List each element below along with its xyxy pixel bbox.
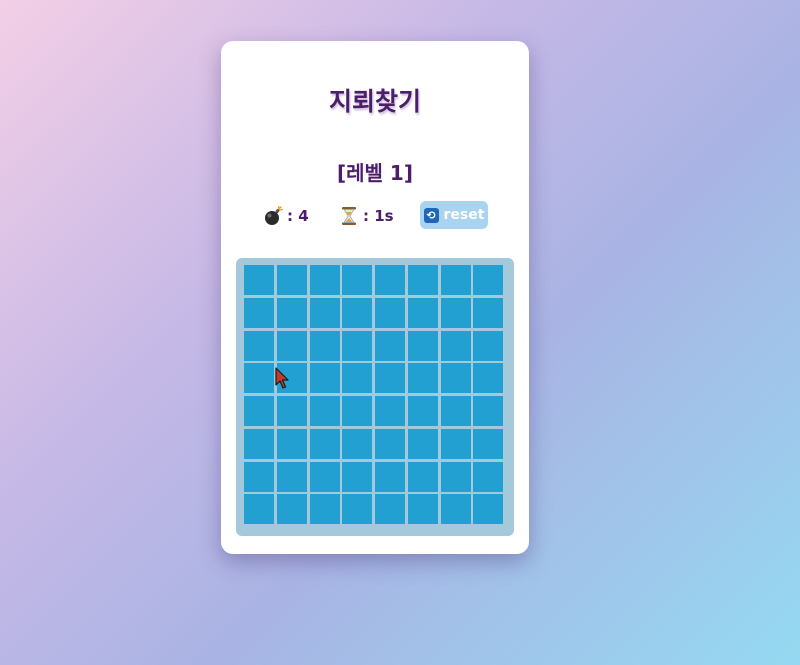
board-cell[interactable] (375, 297, 405, 328)
board-cell[interactable] (440, 428, 471, 459)
reset-button[interactable]: ⟲ reset (420, 201, 488, 229)
elapsed-time: : 1s (363, 207, 394, 225)
board-cell[interactable] (407, 494, 438, 525)
board-cell[interactable] (342, 330, 373, 361)
board-cell[interactable] (473, 297, 504, 328)
board-cell[interactable] (473, 265, 504, 295)
board-cell[interactable] (407, 330, 438, 361)
board-cell[interactable] (244, 265, 274, 295)
board-cell[interactable] (244, 330, 274, 361)
board-cell[interactable] (276, 428, 307, 459)
bomb-icon (263, 205, 284, 226)
board-cell[interactable] (440, 265, 471, 295)
board-cell[interactable] (309, 363, 340, 394)
board-cell[interactable] (375, 265, 405, 295)
minesweeper-board (236, 258, 514, 536)
board-cell[interactable] (473, 494, 504, 525)
board-cell[interactable] (375, 363, 405, 394)
board-cell[interactable] (407, 396, 438, 426)
reset-label: reset (443, 207, 485, 223)
board-cell[interactable] (244, 363, 274, 394)
game-title: 지뢰찾기 (328, 87, 421, 116)
board-cell[interactable] (375, 494, 405, 525)
board-cell[interactable] (309, 461, 340, 492)
board-cell[interactable] (440, 396, 471, 426)
board-cell[interactable] (473, 428, 504, 459)
board-cell[interactable] (375, 461, 405, 492)
board-cell[interactable] (375, 330, 405, 361)
timer: : 1s (339, 205, 394, 227)
board-cell[interactable] (244, 428, 274, 459)
repeat-icon: ⟲ (423, 207, 439, 223)
cell-grid (244, 265, 506, 525)
board-cell[interactable] (407, 297, 438, 328)
board-cell[interactable] (309, 330, 340, 361)
board-cell[interactable] (276, 265, 307, 295)
board-cell[interactable] (244, 494, 274, 525)
board-cell[interactable] (309, 494, 340, 525)
board-cell[interactable] (473, 363, 504, 394)
board-cell[interactable] (309, 297, 340, 328)
board-cell[interactable] (276, 461, 307, 492)
board-cell[interactable] (440, 494, 471, 525)
board-cell[interactable] (342, 363, 373, 394)
board-cell[interactable] (342, 494, 373, 525)
board-cell[interactable] (407, 265, 438, 295)
board-cell[interactable] (342, 428, 373, 459)
board-cell[interactable] (473, 461, 504, 492)
board-cell[interactable] (276, 396, 307, 426)
board-cell[interactable] (440, 363, 471, 394)
board-cell[interactable] (342, 297, 373, 328)
board-cell[interactable] (375, 428, 405, 459)
board-cell[interactable] (244, 396, 274, 426)
hourglass-icon (339, 206, 359, 226)
board-cell[interactable] (473, 330, 504, 361)
board-cell[interactable] (342, 461, 373, 492)
board-cell[interactable] (473, 396, 504, 426)
board-cell[interactable] (244, 297, 274, 328)
board-cell[interactable] (342, 265, 373, 295)
board-cell[interactable] (342, 396, 373, 426)
board-cell[interactable] (440, 297, 471, 328)
board-cell[interactable] (244, 461, 274, 492)
board-cell[interactable] (440, 461, 471, 492)
board-cell[interactable] (440, 330, 471, 361)
level-label: [레벨 1] (337, 161, 413, 185)
board-cell[interactable] (407, 461, 438, 492)
board-cell[interactable] (276, 297, 307, 328)
board-cell[interactable] (407, 363, 438, 394)
board-cell[interactable] (276, 363, 307, 394)
mine-count: : 4 (287, 207, 309, 225)
board-cell[interactable] (375, 396, 405, 426)
mine-counter: : 4 (263, 205, 309, 227)
board-cell[interactable] (276, 494, 307, 525)
board-cell[interactable] (309, 428, 340, 459)
board-cell[interactable] (407, 428, 438, 459)
board-cell[interactable] (309, 396, 340, 426)
board-cell[interactable] (309, 265, 340, 295)
board-cell[interactable] (276, 330, 307, 361)
